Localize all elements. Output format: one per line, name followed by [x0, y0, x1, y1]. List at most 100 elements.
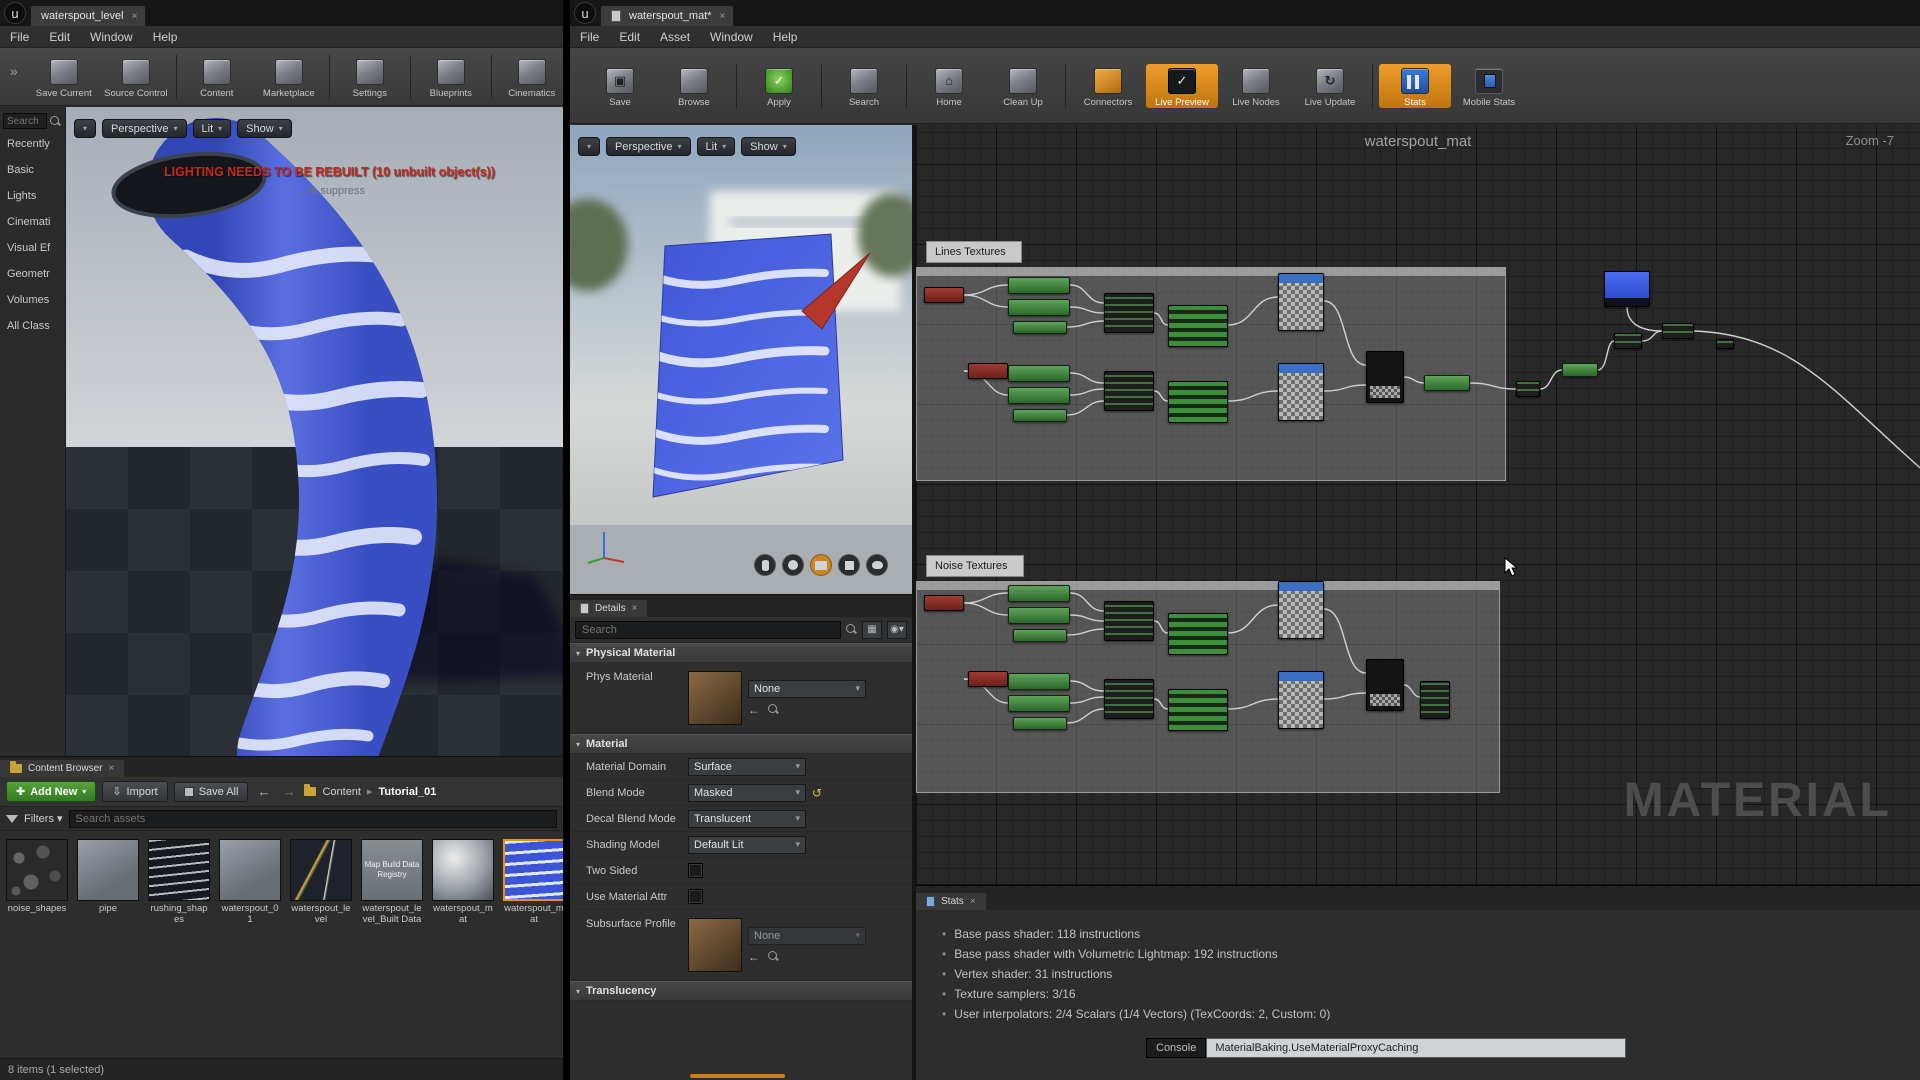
add-new-button[interactable]: ✚ Add New ▾ — [6, 781, 96, 802]
level-menu-window[interactable]: Window — [80, 30, 143, 44]
toolbar-button-blueprints[interactable]: Blueprints — [415, 55, 487, 99]
sidebar-item-all-class[interactable]: All Class — [0, 313, 65, 339]
shape-button-sphere[interactable] — [782, 554, 804, 576]
toolbar-button-source-control[interactable]: Source Control — [100, 55, 172, 99]
sidebar-item-visual-ef[interactable]: Visual Ef — [0, 235, 65, 261]
graph-node-red[interactable] — [968, 671, 1008, 687]
material-preview-viewport[interactable]: ▾ Perspective▾ Lit▾ Show▾ — [570, 125, 912, 595]
material-menu-window[interactable]: Window — [700, 30, 763, 44]
asset-tile-waterspout-mat[interactable]: waterspout_mat — [432, 839, 494, 926]
graph-node-green[interactable] — [1008, 585, 1070, 602]
graph-node-dark[interactable] — [1104, 371, 1154, 411]
graph-node-texture[interactable] — [1278, 363, 1324, 421]
graph-node-dark[interactable] — [1420, 681, 1450, 719]
graph-node-green[interactable] — [1008, 387, 1070, 404]
checkbox-two-sided[interactable] — [688, 863, 703, 878]
graph-node-green[interactable] — [1013, 629, 1067, 642]
graph-node-green[interactable] — [1013, 409, 1067, 422]
dropdown-decal-blend-mode[interactable]: Translucent▾ — [688, 810, 806, 828]
sidebar-item-lights[interactable]: Lights — [0, 183, 65, 209]
graph-node-blue[interactable] — [1604, 271, 1650, 307]
checkbox-use-material-attr[interactable] — [688, 889, 703, 904]
sidebar-item-basic[interactable]: Basic — [0, 157, 65, 183]
material-menu-edit[interactable]: Edit — [609, 30, 650, 44]
graph-node-dark[interactable] — [1614, 333, 1642, 349]
material-tab[interactable]: waterspout_mat* × — [600, 5, 734, 26]
dropdown-blend-mode[interactable]: Masked▾ — [688, 784, 806, 802]
graph-node-green[interactable] — [1008, 673, 1070, 690]
material-graph[interactable]: waterspout_mat Zoom -7 MATERIAL Lines Te… — [916, 125, 1920, 886]
toolbar-button-browse[interactable]: Browse — [658, 64, 730, 108]
graph-node-green[interactable] — [1424, 375, 1470, 391]
graph-node-dark[interactable] — [1662, 323, 1694, 339]
graph-node-greenstack[interactable] — [1168, 613, 1228, 655]
shape-button-teapot[interactable] — [866, 554, 888, 576]
graph-node-texture[interactable] — [1278, 273, 1324, 331]
show-button[interactable]: Show▾ — [741, 137, 796, 156]
asset-thumbnail[interactable] — [688, 671, 742, 725]
close-icon[interactable]: × — [720, 11, 726, 22]
viewport-options-button[interactable]: ▾ — [74, 119, 96, 138]
graph-node-dark[interactable] — [1104, 679, 1154, 719]
breadcrumb[interactable]: Content ▸ Tutorial_01 — [304, 785, 436, 798]
graph-node-bigdark[interactable] — [1366, 659, 1404, 711]
asset-tile-rushing-shapes[interactable]: rushing_shapes — [148, 839, 210, 926]
level-menu-edit[interactable]: Edit — [39, 30, 80, 44]
close-icon[interactable]: × — [132, 11, 138, 22]
toolbar-button-settings[interactable]: Settings — [334, 55, 406, 99]
asset-tile-pipe[interactable]: pipe — [77, 839, 139, 926]
graph-node-red[interactable] — [968, 363, 1008, 379]
sidebar-item-volumes[interactable]: Volumes — [0, 287, 65, 313]
graph-node-dark[interactable] — [1716, 339, 1734, 349]
toolbar-button-save[interactable]: ▣Save — [584, 64, 656, 108]
toolbar-button-save-current[interactable]: Save Current — [28, 55, 100, 99]
graph-node-green[interactable] — [1008, 277, 1070, 294]
viewport-options-button[interactable]: ▾ — [578, 137, 600, 156]
close-icon[interactable]: × — [632, 603, 638, 614]
asset-tile-noise-shapes[interactable]: noise_shapes — [6, 839, 68, 926]
asset-thumbnail[interactable] — [688, 918, 742, 972]
graph-node-green[interactable] — [1008, 365, 1070, 382]
filters-label[interactable]: Filters ▾ — [24, 812, 63, 825]
section-header-translucency[interactable]: ▾Translucency — [570, 981, 912, 1001]
graph-node-bigdark[interactable] — [1366, 351, 1404, 403]
use-selected-icon[interactable]: ← — [748, 703, 760, 717]
toolbar-button-content[interactable]: Content — [181, 55, 253, 99]
dropdown-material-domain[interactable]: Surface▾ — [688, 758, 806, 776]
graph-node-green[interactable] — [1013, 717, 1067, 730]
level-menu-file[interactable]: File — [0, 30, 39, 44]
toolbar-button-clean-up[interactable]: Clean Up — [987, 64, 1059, 108]
graph-node-green[interactable] — [1013, 321, 1067, 334]
graph-node-dark[interactable] — [1104, 601, 1154, 641]
toolbar-button-live-update[interactable]: ↻Live Update — [1294, 64, 1366, 108]
expand-toolbar-icon[interactable]: » — [10, 63, 18, 79]
show-button[interactable]: Show▾ — [237, 119, 292, 138]
breadcrumb-folder[interactable]: Tutorial_01 — [379, 786, 437, 798]
graph-node-dark[interactable] — [1104, 293, 1154, 333]
graph-node-greenstack[interactable] — [1168, 305, 1228, 347]
dropdown-shading-model[interactable]: Default Lit▾ — [688, 836, 806, 854]
lit-button[interactable]: Lit▾ — [697, 137, 736, 156]
shape-button-cylinder[interactable] — [754, 554, 776, 576]
toolbar-button-marketplace[interactable]: Marketplace — [253, 55, 325, 99]
perspective-button[interactable]: Perspective▾ — [102, 119, 187, 138]
sidebar-item-geometr[interactable]: Geometr — [0, 261, 65, 287]
graph-node-green[interactable] — [1008, 695, 1070, 712]
level-tab[interactable]: waterspout_level × — [30, 5, 146, 26]
graph-node-red[interactable] — [924, 595, 964, 611]
asset-tile-waterspout-level[interactable]: waterspout_level — [290, 839, 352, 926]
toolbar-button-live-preview[interactable]: ✓Live Preview — [1146, 64, 1218, 108]
horizontal-scrollbar-thumb[interactable] — [690, 1074, 785, 1078]
sidebar-item-recently[interactable]: Recently — [0, 131, 65, 157]
toolbar-button-cinematics[interactable]: Cinematics — [496, 55, 563, 99]
level-menu-help[interactable]: Help — [143, 30, 188, 44]
close-icon[interactable]: × — [108, 763, 114, 774]
graph-node-dark[interactable] — [1516, 381, 1540, 397]
graph-node-texture[interactable] — [1278, 671, 1324, 729]
toolbar-button-search[interactable]: Search — [828, 64, 900, 108]
asset-search-input[interactable] — [69, 810, 557, 828]
graph-node-greenstack[interactable] — [1168, 689, 1228, 731]
toolbar-button-connectors[interactable]: Connectors — [1072, 64, 1144, 108]
breadcrumb-content[interactable]: Content — [322, 786, 361, 798]
section-header-physical-material[interactable]: ▾Physical Material — [570, 643, 912, 663]
